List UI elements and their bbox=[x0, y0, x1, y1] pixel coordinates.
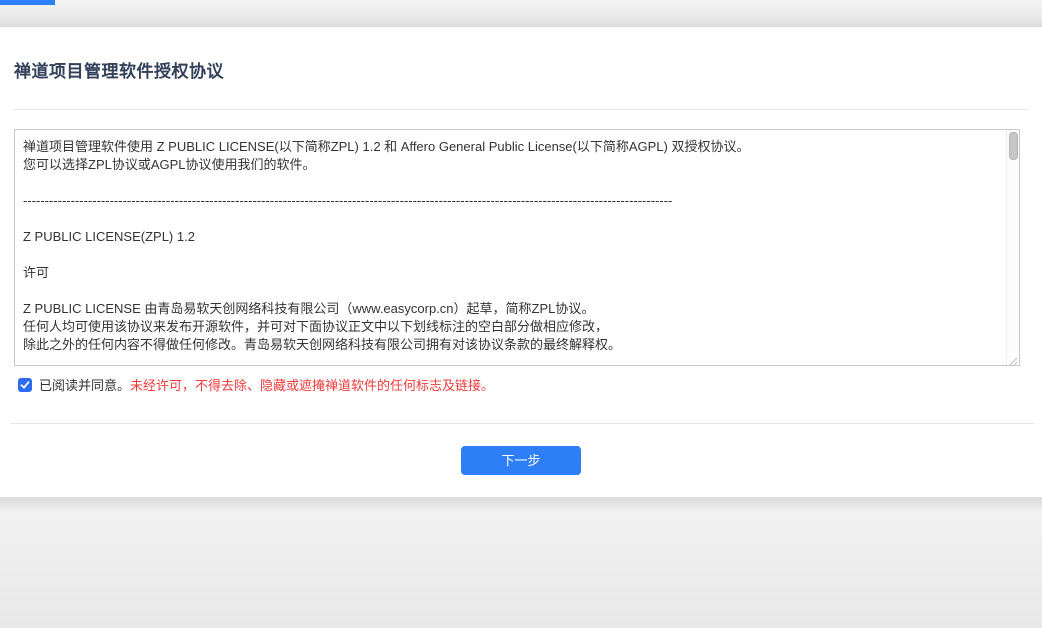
license-panel: 禅道项目管理软件授权协议 禅道项目管理软件使用 Z PUBLIC LICENSE… bbox=[0, 27, 1042, 497]
page-title: 禅道项目管理软件授权协议 bbox=[14, 57, 224, 82]
next-button[interactable]: 下一步 bbox=[461, 446, 581, 475]
textarea-scrollbar[interactable] bbox=[1006, 130, 1019, 365]
scrollbar-thumb[interactable] bbox=[1009, 132, 1018, 160]
title-divider bbox=[14, 109, 1028, 110]
check-icon bbox=[20, 380, 30, 390]
agree-checkbox[interactable] bbox=[18, 378, 32, 392]
resize-handle-icon[interactable] bbox=[1007, 353, 1018, 364]
agreement-row: 已阅读并同意。 未经许可，不得去除、隐藏或遮掩禅道软件的任何标志及链接。 bbox=[18, 375, 494, 394]
top-gradient-bar bbox=[0, 0, 1042, 27]
footer-divider bbox=[10, 423, 1034, 424]
agreement-label[interactable]: 已阅读并同意。 bbox=[39, 375, 130, 394]
page-background bbox=[0, 497, 1042, 628]
loading-progress-bar bbox=[0, 0, 55, 5]
license-textarea[interactable]: 禅道项目管理软件使用 Z PUBLIC LICENSE(以下简称ZPL) 1.2… bbox=[14, 129, 1020, 366]
agreement-warning: 未经许可，不得去除、隐藏或遮掩禅道软件的任何标志及链接。 bbox=[130, 375, 494, 394]
license-text: 禅道项目管理软件使用 Z PUBLIC LICENSE(以下简称ZPL) 1.2… bbox=[15, 130, 1005, 365]
page: 禅道项目管理软件授权协议 禅道项目管理软件使用 Z PUBLIC LICENSE… bbox=[0, 0, 1042, 628]
